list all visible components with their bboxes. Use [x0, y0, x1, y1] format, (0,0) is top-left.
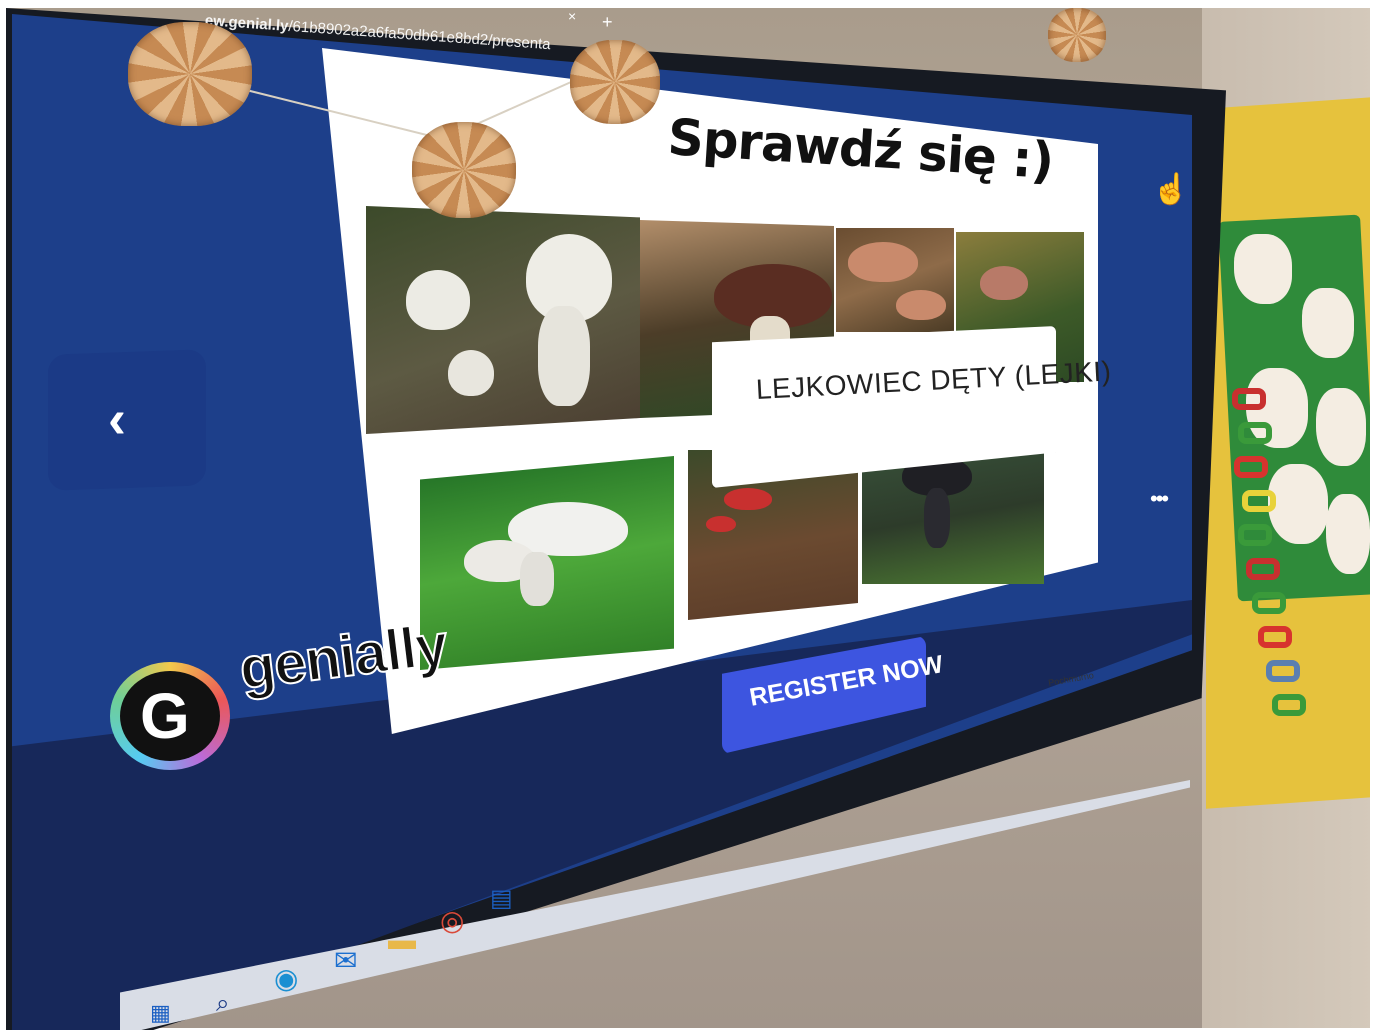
mushroom-cap	[724, 488, 772, 510]
mushroom-stem	[520, 552, 554, 606]
paper-lantern	[570, 40, 660, 124]
mushroom-cap	[896, 290, 946, 320]
mushroom-photo-oyster[interactable]	[420, 456, 674, 670]
mushroom-stem	[538, 306, 590, 406]
mushroom-cap	[980, 266, 1028, 300]
poster-note	[1234, 234, 1292, 304]
mushroom-photo-lactarius[interactable]	[836, 228, 954, 332]
mushroom-cap	[448, 350, 494, 396]
more-icon[interactable]: •••	[1150, 486, 1169, 512]
paper-chain	[1232, 388, 1306, 788]
tab-close-icon[interactable]: ×	[568, 8, 576, 24]
poster-note	[1326, 494, 1370, 574]
chrome-icon[interactable]: ◎	[440, 904, 464, 937]
chevron-left-icon[interactable]: ‹	[108, 388, 126, 450]
logo-letter: G	[140, 680, 190, 752]
hand-pointer-icon[interactable]: ☝	[1152, 172, 1189, 207]
folder-icon[interactable]: ▬	[388, 924, 416, 956]
mushroom-cap	[706, 516, 736, 532]
paper-lantern	[128, 22, 252, 126]
new-tab-icon[interactable]: +	[602, 12, 613, 33]
search-icon[interactable]: ⌕	[216, 990, 229, 1018]
mushroom-cap	[406, 270, 470, 330]
mushroom-cap	[848, 242, 918, 282]
back-button[interactable]	[48, 349, 206, 491]
poster-note	[1302, 288, 1354, 358]
mushroom-photo-puffball[interactable]	[366, 206, 640, 434]
poster-note	[1316, 388, 1366, 466]
mail-icon[interactable]: ✉	[334, 944, 357, 977]
edge-icon[interactable]: ◉	[274, 962, 298, 995]
paper-lantern	[1048, 8, 1106, 62]
windows-icon[interactable]: ▦	[150, 1000, 171, 1026]
paper-lantern	[412, 122, 516, 218]
calculator-icon[interactable]: ▤	[490, 884, 513, 913]
mushroom-stem	[924, 488, 950, 548]
